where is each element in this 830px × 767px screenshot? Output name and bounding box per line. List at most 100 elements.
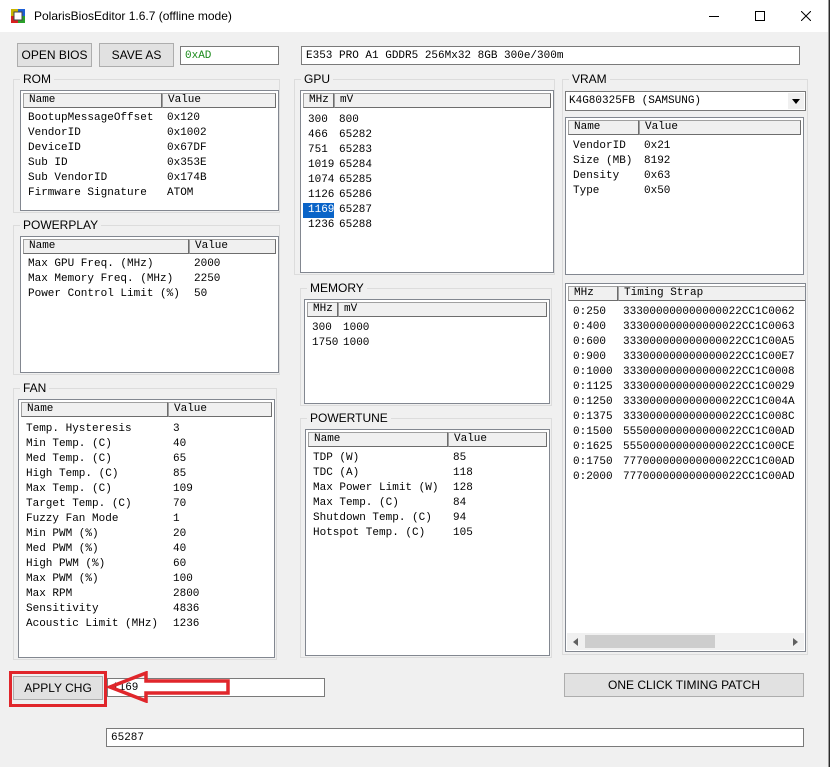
table-row[interactable]: High PWM (%) 60 — [21, 557, 272, 572]
table-row[interactable]: VendorID 0x21 — [568, 139, 801, 154]
table-row[interactable]: 1750 1000 — [307, 336, 547, 351]
minimize-button[interactable] — [691, 0, 737, 32]
table-row[interactable]: 466 65282 — [303, 128, 551, 143]
table-row[interactable]: Max Temp. (C) 109 — [21, 482, 272, 497]
memory-col-mhz[interactable]: MHz — [307, 302, 338, 317]
table-row[interactable]: 300 800 — [303, 113, 551, 128]
powerplay-list[interactable]: Name Value Max GPU Freq. (MHz) 2000 Max M… — [20, 236, 279, 373]
fan-list[interactable]: Name Value Temp. Hysteresis 3 Min Temp. (… — [18, 399, 275, 658]
table-row[interactable]: Hotspot Temp. (C) 105 — [308, 526, 547, 541]
timing-strap-list[interactable]: MHz Timing Strap 0:250 333000000000000022… — [565, 283, 806, 652]
vram-col-value[interactable]: Value — [639, 120, 801, 135]
table-row[interactable]: High Temp. (C) 85 — [21, 467, 272, 482]
fan-col-value[interactable]: Value — [168, 402, 272, 417]
close-button[interactable] — [783, 0, 828, 32]
table-row[interactable]: Size (MB) 8192 — [568, 154, 801, 169]
table-row[interactable]: Med PWM (%) 40 — [21, 542, 272, 557]
table-row[interactable]: Fuzzy Fan Mode 1 — [21, 512, 272, 527]
memory-col-mv[interactable]: mV — [338, 302, 547, 317]
one-click-timing-patch-button[interactable]: ONE CLICK TIMING PATCH — [564, 673, 804, 697]
scroll-left-button[interactable] — [567, 633, 584, 650]
table-row[interactable]: Max Temp. (C) 84 — [308, 496, 547, 511]
table-row[interactable]: 0:250 333000000000000022CC1C0062 — [568, 305, 805, 320]
table-row[interactable]: Med Temp. (C) 65 — [21, 452, 272, 467]
table-row[interactable]: 0:900 333000000000000022CC1C00E7 — [568, 350, 805, 365]
table-row[interactable]: VendorID 0x1002 — [23, 126, 276, 141]
powerplay-col-name[interactable]: Name — [23, 239, 189, 254]
table-row[interactable]: Max Power Limit (W) 128 — [308, 481, 547, 496]
table-row[interactable]: 751 65283 — [303, 143, 551, 158]
table-row[interactable]: 0:1500 555000000000000022CC1C00AD — [568, 425, 805, 440]
table-row[interactable]: 300 1000 — [307, 321, 547, 336]
table-row[interactable]: 1019 65284 — [303, 158, 551, 173]
table-row[interactable]: Max RPM 2800 — [21, 587, 272, 602]
table-row[interactable]: 0:1625 555000000000000022CC1C00CE — [568, 440, 805, 455]
table-row[interactable]: 1236 65288 — [303, 218, 551, 233]
table-row[interactable]: Target Temp. (C) 70 — [21, 497, 272, 512]
gpu-col-mhz[interactable]: MHz — [303, 93, 334, 108]
table-row[interactable]: Min Temp. (C) 40 — [21, 437, 272, 452]
table-row[interactable]: 0:2000 777000000000000022CC1C00AD — [568, 470, 805, 485]
table-row[interactable]: Power Control Limit (%) 50 — [23, 287, 276, 302]
table-row[interactable]: 0:600 333000000000000022CC1C00A5 — [568, 335, 805, 350]
powertune-col-value[interactable]: Value — [448, 432, 547, 447]
vram-chip-dropdown-button[interactable] — [788, 93, 804, 109]
timing-col-mhz[interactable]: MHz — [568, 286, 618, 301]
table-row[interactable]: 0:1750 777000000000000022CC1C00AD — [568, 455, 805, 470]
gpu-col-mv[interactable]: mV — [334, 93, 551, 108]
rom-col-name[interactable]: Name — [23, 93, 162, 108]
table-row[interactable]: Firmware Signature ATOM — [23, 186, 276, 201]
table-row[interactable]: Sensitivity 4836 — [21, 602, 272, 617]
table-row[interactable]: TDC (A) 118 — [308, 466, 547, 481]
row-mhz: 0:900 — [573, 351, 607, 363]
title-bar[interactable]: PolarisBiosEditor 1.6.7 (offline mode) — [0, 0, 828, 32]
table-row[interactable]: 1126 65286 — [303, 188, 551, 203]
table-row[interactable]: Min PWM (%) 20 — [21, 527, 272, 542]
vram-list[interactable]: Name Value VendorID 0x21 Size (MB) 8192 De… — [565, 117, 804, 275]
bios-info-field[interactable]: E353 PRO A1 GDDR5 256Mx32 8GB 300e/300m — [301, 46, 800, 65]
table-row[interactable]: Type 0x50 — [568, 184, 801, 199]
table-row[interactable]: DeviceID 0x67DF — [23, 141, 276, 156]
open-bios-button[interactable]: OPEN BIOS — [17, 43, 92, 67]
table-row[interactable]: TDP (W) 85 — [308, 451, 547, 466]
table-row[interactable]: Acoustic Limit (MHz) 1236 — [21, 617, 272, 632]
table-row[interactable]: Density 0x63 — [568, 169, 801, 184]
row-mhz: 300 — [308, 114, 328, 126]
rom-col-value[interactable]: Value — [162, 93, 276, 108]
vram-col-name[interactable]: Name — [568, 120, 639, 135]
scroll-right-button[interactable] — [787, 633, 804, 650]
maximize-button[interactable] — [737, 0, 783, 32]
status-field[interactable]: 65287 — [106, 728, 804, 747]
fan-col-name[interactable]: Name — [21, 402, 168, 417]
table-row[interactable]: Shutdown Temp. (C) 94 — [308, 511, 547, 526]
fan-list-header: Name Value — [21, 402, 272, 417]
table-row[interactable]: 1074 65285 — [303, 173, 551, 188]
row-value: 0x120 — [167, 112, 201, 124]
powerplay-col-value[interactable]: Value — [189, 239, 276, 254]
table-row[interactable]: Sub ID 0x353E — [23, 156, 276, 171]
gpu-list[interactable]: MHz mV 300 800 466 65282 751 65283 1019 6528… — [300, 90, 554, 273]
vram-chip-select[interactable]: K4G80325FB (SAMSUNG) — [565, 91, 806, 111]
scroll-thumb[interactable] — [585, 635, 715, 648]
table-row[interactable]: 0:1375 333000000000000022CC1C008C — [568, 410, 805, 425]
timing-col-strap[interactable]: Timing Strap — [618, 286, 805, 301]
table-row[interactable]: 0:1125 333000000000000022CC1C0029 — [568, 380, 805, 395]
table-row[interactable]: Max Memory Freq. (MHz) 2250 — [23, 272, 276, 287]
table-row[interactable]: 0:1250 333000000000000022CC1C004A — [568, 395, 805, 410]
table-row[interactable]: Max GPU Freq. (MHz) 2000 — [23, 257, 276, 272]
memory-list[interactable]: MHz mV 300 1000 1750 1000 — [304, 299, 550, 404]
table-row[interactable]: Temp. Hysteresis 3 — [21, 422, 272, 437]
table-row[interactable]: Sub VendorID 0x174B — [23, 171, 276, 186]
table-row[interactable]: 0:400 333000000000000022CC1C0063 — [568, 320, 805, 335]
rom-list[interactable]: Name Value BootupMessageOffset 0x120 Vend… — [20, 90, 279, 211]
table-row[interactable]: Max PWM (%) 100 — [21, 572, 272, 587]
powertune-col-name[interactable]: Name — [308, 432, 448, 447]
powertune-list[interactable]: Name Value TDP (W) 85 TDC (A) 118 Max Powe… — [305, 429, 550, 656]
timing-horizontal-scrollbar[interactable] — [567, 633, 804, 650]
memory-group: MEMORY MHz mV 300 1000 1750 1000 — [300, 281, 552, 406]
checksum-field[interactable]: 0xAD — [180, 46, 279, 65]
table-row[interactable]: BootupMessageOffset 0x120 — [23, 111, 276, 126]
table-row-selected[interactable]: 1169 65287 — [303, 203, 551, 218]
table-row[interactable]: 0:1000 333000000000000022CC1C0008 — [568, 365, 805, 380]
save-as-button[interactable]: SAVE AS — [99, 43, 174, 67]
